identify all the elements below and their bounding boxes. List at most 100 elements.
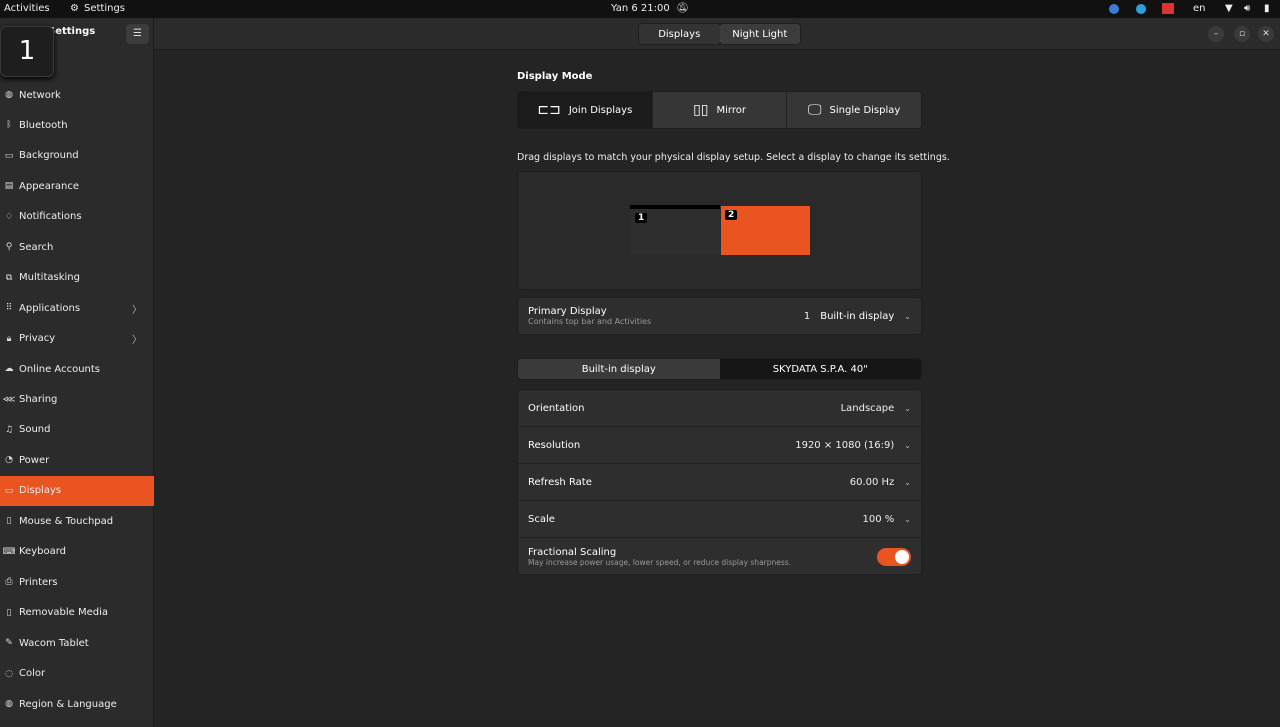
chevron-down-icon: ⌄ [904,477,911,487]
sidebar-item-color[interactable]: ◌ Color [0,659,154,689]
activities-button[interactable]: Activities [4,3,50,14]
arrangement-hint: Drag displays to match your physical dis… [517,152,950,163]
sidebar-item-keyboard[interactable]: ⌨ Keyboard [0,537,154,567]
toggle-knob [895,549,909,564]
fractional-scaling-label: Fractional Scaling [528,546,617,558]
language-indicator[interactable]: en [1193,3,1206,14]
background-icon: ▭ [4,150,14,161]
sidebar-item-label: Sound [19,424,51,436]
header-bar: Displays Night Light – ▫ ✕ [154,18,1280,50]
clock[interactable]: Yan 6 21:00 [611,3,670,14]
sidebar-item-search[interactable]: ⚲ Search [0,232,154,262]
bluetooth-icon: ᛒ [6,120,12,131]
primary-display-number: 1 [803,310,811,322]
display-mode-selector: ⊏⊐ Join Displays ▯▯ Mirror 🖵︎ Single Displa… [517,91,922,129]
primary-display-value: Built-in display [820,310,895,322]
sidebar-item-region-language[interactable]: ◍ Region & Language [0,689,154,719]
view-switcher: Displays Night Light [638,23,801,45]
sidebar-title: Settings [48,26,96,37]
monitor-number: 1 [635,213,648,223]
resolution-row[interactable]: Resolution 1920 × 1080 (16:9) ⌄ [518,427,921,464]
minimize-button[interactable]: – [1208,26,1224,42]
battery-icon[interactable]: ▮ [1264,3,1270,14]
sidebar-item-bluetooth[interactable]: ᛒ Bluetooth [0,110,154,140]
sidebar-item-printers[interactable]: ⎙ Printers [0,567,154,597]
sidebar-item-power[interactable]: ◔ Power [0,445,154,475]
refresh-rate-label: Refresh Rate [528,476,592,488]
sidebar-item-label: Background [19,150,79,162]
display-identify-badge: 1 [0,26,54,77]
printer-icon: ⎙ [5,577,13,588]
sidebar-item-applications[interactable]: ⠿ Applications 〉 [0,293,154,323]
sidebar-item-label: Appearance [19,180,80,192]
sidebar-item-network[interactable]: ◍ Network [0,80,154,110]
sidebar-item-label: Online Accounts [19,363,101,375]
sidebar-item-sound[interactable]: ♫ Sound [0,415,154,445]
recorder-icon[interactable] [1162,3,1174,14]
sidebar-item-appearance[interactable]: ▤ Appearance [0,171,154,201]
sidebar-item-label: Notifications [19,211,82,223]
telegram-icon[interactable] [1136,4,1146,14]
scale-value: 100 % [862,513,895,525]
maximize-button[interactable]: ▫ [1234,26,1250,42]
sidebar-item-label: Applications [19,302,81,314]
orientation-label: Orientation [528,402,585,414]
share-icon: ⋘ [2,394,16,405]
sidebar-item-multitasking[interactable]: ⧉ Multitasking [0,263,154,293]
tab-night-light[interactable]: Night Light [719,24,800,44]
grid-icon: ⠿ [5,303,13,314]
cloud-icon: ☁ [4,364,14,375]
resolution-label: Resolution [528,439,581,451]
scale-label: Scale [528,513,555,525]
display-mode-title: Display Mode [517,71,593,82]
fractional-scaling-toggle[interactable] [877,547,911,566]
sidebar-item-mouse-touchpad[interactable]: ▯ Mouse & Touchpad [0,506,154,536]
chevron-down-icon: ⌄ [904,311,911,321]
primary-display-row[interactable]: Primary Display Contains top bar and Act… [517,297,922,335]
monitor-1[interactable]: 1 [630,205,720,255]
tab-displays[interactable]: Displays [639,24,720,44]
orientation-row[interactable]: Orientation Landscape ⌄ [518,390,921,427]
keyboard-icon: ⌨ [2,546,16,557]
monitor-2[interactable]: 2 [721,206,810,255]
app-menu[interactable]: Settings [84,3,125,14]
wifi-icon[interactable]: ▼ [1225,3,1233,14]
volume-icon[interactable]: 🔊︎ [1244,3,1250,14]
chevron-down-icon: ⌄ [904,514,911,524]
display-selector: Built-in display SKYDATA S.P.A. 40" [517,358,922,380]
sidebar-item-removable-media[interactable]: ▯ Removable Media [0,598,154,628]
tab-skydata-display[interactable]: SKYDATA S.P.A. 40" [719,359,921,379]
chrome-tray-icon[interactable] [1109,4,1119,14]
refresh-rate-row[interactable]: Refresh Rate 60.00 Hz ⌄ [518,464,921,501]
single-display-icon: 🖵︎ [808,102,822,118]
join-displays-icon: ⊏⊐ [537,102,561,118]
sidebar-item-wacom-tablet[interactable]: ✎ Wacom Tablet [0,628,154,658]
sidebar-item-sharing[interactable]: ⋘ Sharing [0,385,154,415]
gear-icon: ⚙ [70,3,79,14]
scale-row[interactable]: Scale 100 % ⌄ [518,501,921,538]
resolution-value: 1920 × 1080 (16:9) [795,439,895,451]
chevron-down-icon: ⌄ [904,440,911,450]
sidebar-item-displays[interactable]: ▭ Displays [0,475,154,506]
mirror-option[interactable]: ▯▯ Mirror [651,92,787,128]
top-bar: Activities ⚙ Settings Yan 6 21:00 🔕︎ en … [0,0,1280,18]
sidebar-item-background[interactable]: ▭ Background [0,141,154,171]
join-displays-option[interactable]: ⊏⊐ Join Displays [518,92,652,128]
sidebar-item-label: Privacy [19,333,56,345]
monitor-number: 2 [725,210,738,220]
refresh-rate-value: 60.00 Hz [849,476,895,488]
single-display-option[interactable]: 🖵︎ Single Display [786,92,921,128]
power-icon: ◔ [5,455,13,466]
notifications-muted-icon: 🔕︎ [676,3,689,14]
tab-built-in-display[interactable]: Built-in display [518,359,720,379]
menu-button[interactable]: ☰ [126,24,149,44]
orientation-value: Landscape [840,402,895,414]
sidebar-item-privacy[interactable]: 🔒︎ Privacy 〉 [0,324,154,354]
sidebar-item-label: Displays [19,485,62,497]
sidebar-item-label: Sharing [19,394,58,405]
sidebar-item-notifications[interactable]: ♢ Notifications [0,202,154,232]
sidebar-item-online-accounts[interactable]: ☁ Online Accounts [0,354,154,384]
lock-icon: 🔒︎ [6,333,12,344]
close-button[interactable]: ✕ [1258,26,1274,42]
tablet-icon: ✎ [5,638,13,649]
